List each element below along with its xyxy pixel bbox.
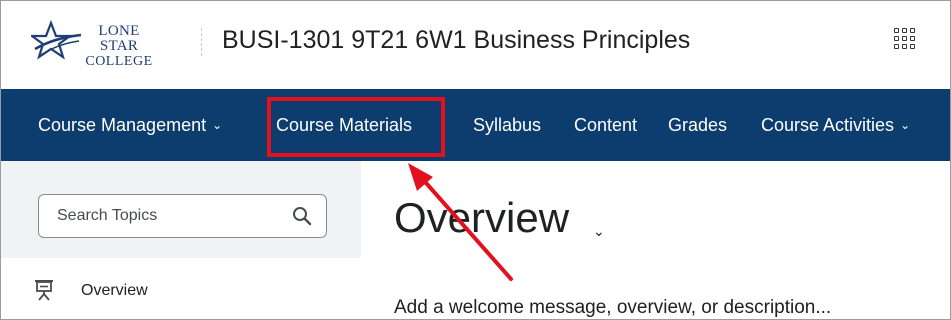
nav-syllabus-label: Syllabus: [473, 115, 542, 135]
lone-star-college-logo[interactable]: LONE STAR COLLEGE: [31, 19, 181, 69]
nav-course-management[interactable]: Course Management ⌄: [38, 115, 222, 136]
chevron-down-icon: ⌄: [212, 118, 223, 132]
nav-syllabus[interactable]: Syllabus: [473, 115, 541, 136]
course-title[interactable]: BUSI-1301 9T21 6W1 Business Principles: [222, 26, 690, 55]
selected-item-notch: [345, 274, 361, 310]
highlight-box-course-materials: [267, 97, 445, 157]
nav-content[interactable]: Content: [574, 115, 637, 136]
header-divider: [201, 28, 202, 56]
nav-grades[interactable]: Grades: [668, 115, 727, 136]
logo-wordmark: LONE STAR COLLEGE: [85, 23, 153, 70]
table-of-contents-sidebar: Search Topics Overview: [1, 161, 361, 319]
overview-description: Add a welcome message, overview, or desc…: [394, 297, 832, 318]
sidebar-item-label: Overview: [81, 282, 148, 299]
nav-course-activities-label: Course Activities: [761, 115, 895, 135]
page-frame: LONE STAR COLLEGE BUSI-1301 9T21 6W1 Bus…: [0, 0, 951, 320]
search-icon[interactable]: [292, 206, 312, 226]
chevron-down-icon: ⌄: [900, 118, 911, 132]
page-title: Overview: [394, 194, 570, 241]
nav-course-management-label: Course Management: [38, 115, 207, 135]
course-navbar: Course Management ⌄ Course Materials Syll…: [1, 89, 950, 161]
nav-course-activities[interactable]: Course Activities ⌄: [761, 115, 910, 136]
course-header: LONE STAR COLLEGE BUSI-1301 9T21 6W1 Bus…: [1, 1, 950, 89]
nav-content-label: Content: [574, 115, 638, 135]
nav-grades-label: Grades: [668, 115, 728, 135]
sidebar-item-overview[interactable]: Overview: [1, 258, 361, 319]
chevron-down-icon[interactable]: ⌄: [593, 223, 605, 240]
waffle-grid-icon[interactable]: [894, 28, 916, 50]
search-placeholder: Search Topics: [57, 207, 158, 224]
star-logo-icon: [31, 19, 82, 60]
presentation-board-icon: [35, 280, 53, 301]
search-topics-input[interactable]: Search Topics: [38, 194, 327, 238]
